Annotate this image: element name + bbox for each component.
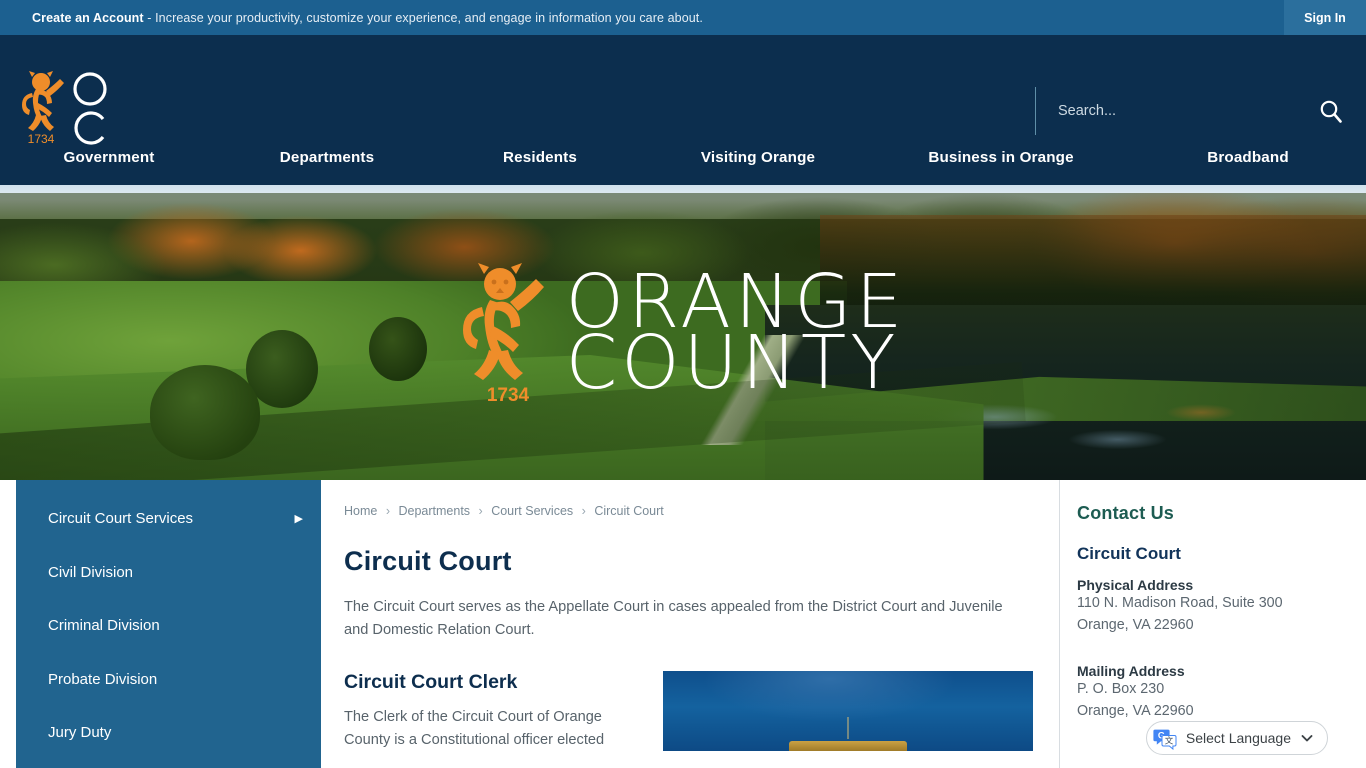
circuit-court-clerk-section: Circuit Court Clerk The Clerk of the Cir… — [344, 671, 1034, 752]
search-button[interactable] — [1307, 87, 1355, 135]
select-language-label: Select Language — [1185, 730, 1291, 746]
dome-spire — [847, 717, 849, 740]
breadcrumb-departments[interactable]: Departments — [398, 504, 470, 518]
page-title: Circuit Court — [344, 546, 512, 576]
page-intro-paragraph: The Circuit Court serves as the Appellat… — [344, 599, 1003, 638]
clerk-section-heading: Circuit Court Clerk — [344, 671, 518, 694]
breadcrumb-separator: › — [385, 504, 390, 518]
sidebar-item-label: Civil Division — [48, 563, 134, 581]
sidebar-item-label: Circuit Court Services — [48, 510, 194, 528]
physical-address-line-2: Orange, VA 22960 — [1077, 616, 1194, 633]
breadcrumb-separator: › — [581, 504, 586, 518]
sidebar-item-civil-division[interactable]: Civil Division — [16, 546, 321, 600]
address-spacer — [1077, 636, 1366, 650]
create-account-banner[interactable]: Create an Account - Increase your produc… — [32, 11, 703, 25]
breadcrumb: Home › Departments › Court Services › Ci… — [344, 480, 1034, 518]
nav-item-visiting-orange[interactable]: Visiting Orange — [644, 149, 872, 166]
clerk-section-body: The Clerk of the Circuit Court of Orange… — [344, 709, 605, 748]
nav-item-departments[interactable]: Departments — [218, 149, 436, 166]
physical-address-label: Physical Address — [1077, 577, 1194, 593]
primary-navigation: Government Departments Residents Visitin… — [0, 129, 1366, 185]
sidebar-item-label: Jury Duty — [48, 724, 112, 742]
nav-item-government[interactable]: Government — [0, 149, 218, 166]
sidebar-item-criminal-division[interactable]: Criminal Division — [16, 599, 321, 653]
nav-item-business-in-orange[interactable]: Business in Orange — [872, 149, 1130, 166]
top-utility-bar: Create an Account - Increase your produc… — [0, 0, 1366, 35]
google-translate-icon: G 文 — [1153, 729, 1177, 750]
breadcrumb-circuit-court[interactable]: Circuit Court — [594, 504, 663, 518]
section-navigation-sidebar: Circuit Court Services ▶ Civil Division … — [16, 480, 321, 768]
physical-address-line-1: 110 N. Madison Road, Suite 300 — [1077, 595, 1283, 611]
main-content-column: Home › Departments › Court Services › Ci… — [344, 480, 1034, 752]
hero-banner: 1734 ORANGE COUNTY — [0, 185, 1366, 480]
svg-text:文: 文 — [1165, 736, 1174, 747]
search-icon — [1320, 100, 1342, 123]
search-input[interactable] — [1036, 103, 1307, 119]
nav-item-broadband[interactable]: Broadband — [1130, 149, 1366, 166]
sidebar-item-label: Probate Division — [48, 670, 158, 688]
mailing-address-line-2: Orange, VA 22960 — [1077, 703, 1194, 720]
select-language-dropdown[interactable]: G 文 Select Language — [1145, 721, 1328, 755]
hero-landscape-photo — [0, 185, 1366, 480]
breadcrumb-home[interactable]: Home — [344, 504, 377, 518]
breadcrumb-separator: › — [478, 504, 483, 518]
sidebar-item-circuit-court-services[interactable]: Circuit Court Services ▶ — [16, 492, 321, 546]
courthouse-dome-image — [663, 671, 1033, 752]
site-search[interactable] — [1035, 87, 1355, 135]
contact-us-heading[interactable]: Contact Us — [1077, 503, 1366, 524]
sidebar-item-jury-duty[interactable]: Jury Duty — [16, 706, 321, 760]
create-account-link[interactable]: Create an Account — [32, 11, 144, 25]
sign-in-button[interactable]: Sign In — [1284, 0, 1366, 35]
contact-department-name: Circuit Court — [1077, 544, 1181, 563]
chevron-down-icon — [1301, 735, 1313, 742]
create-account-description: - Increase your productivity, customize … — [143, 10, 703, 25]
breadcrumb-court-services[interactable]: Court Services — [491, 504, 573, 518]
chevron-right-icon: ▶ — [294, 513, 303, 526]
mailing-address-line-1: P. O. Box 230 — [1077, 681, 1165, 698]
site-header: 1734 Government Departments Residents Vi… — [0, 35, 1366, 185]
dome-roof — [789, 741, 907, 752]
mailing-address-label: Mailing Address — [1077, 663, 1185, 680]
sidebar-item-probate-division[interactable]: Probate Division — [16, 653, 321, 707]
sidebar-item-label: Criminal Division — [48, 617, 160, 635]
nav-item-residents[interactable]: Residents — [436, 149, 644, 166]
